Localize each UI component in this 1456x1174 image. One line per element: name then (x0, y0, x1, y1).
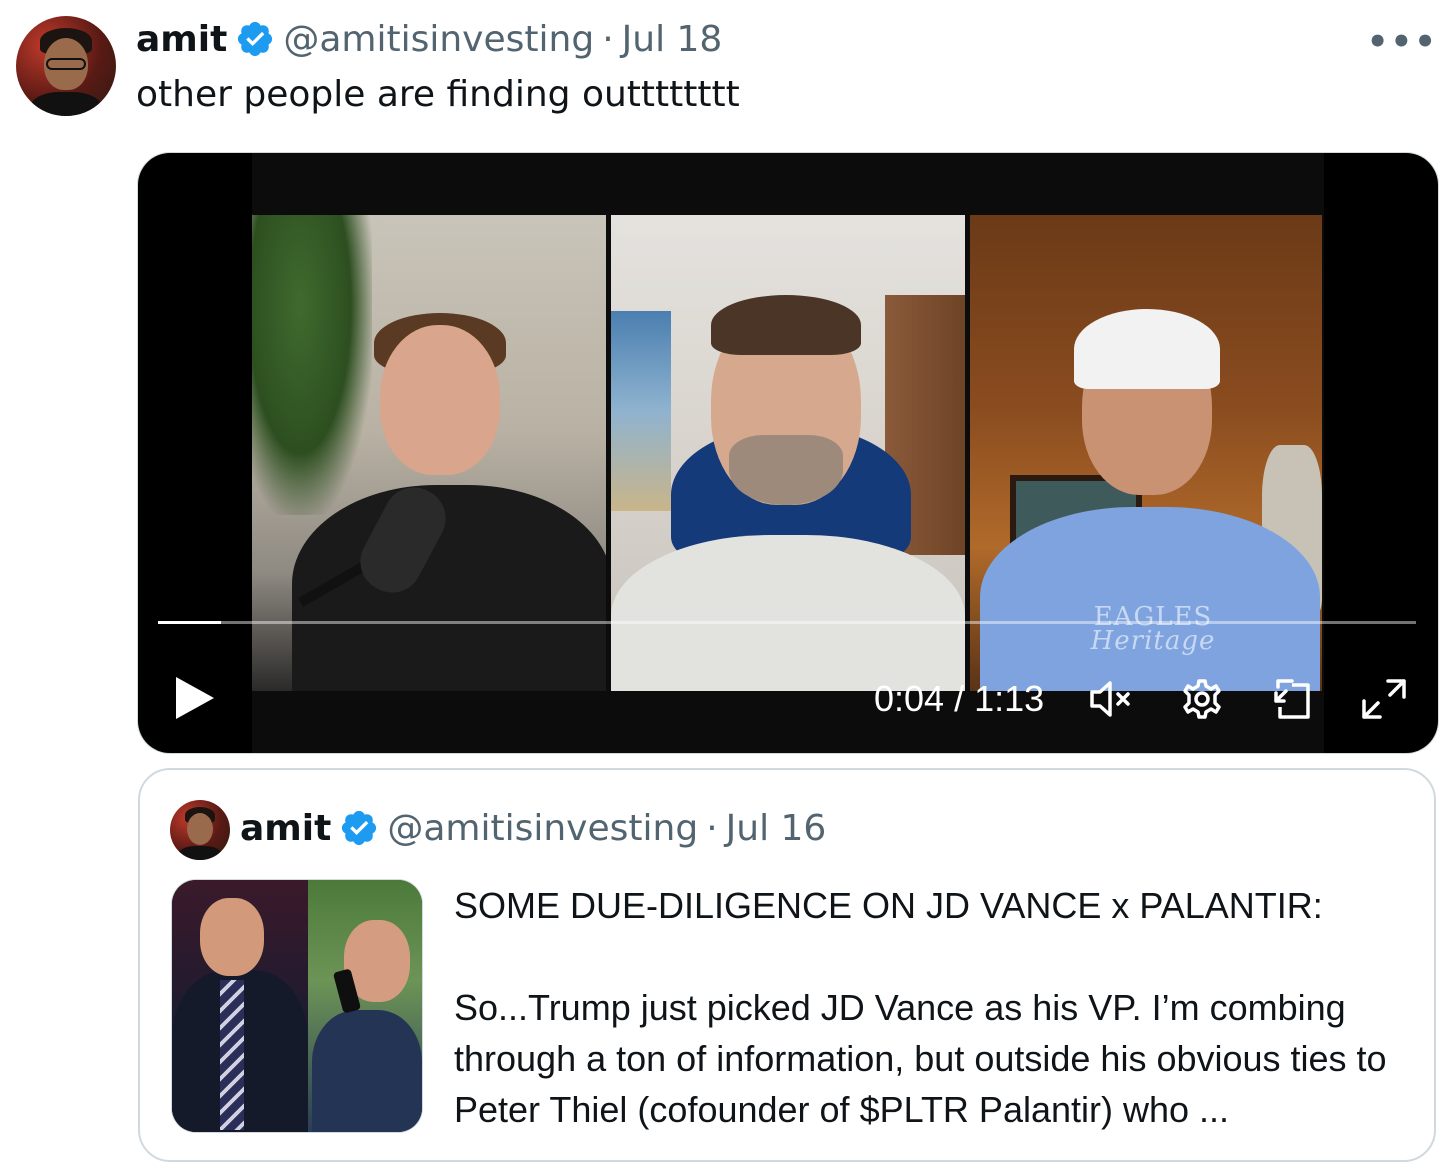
avatar-shirt (30, 92, 102, 116)
quoted-author-handle[interactable]: @amitisinvesting (387, 808, 698, 849)
quoted-tweet[interactable]: amit @amitisinvesting · Jul 16 SOME DUE-… (138, 768, 1436, 1162)
video-progress-fill (158, 621, 221, 624)
plant (252, 215, 372, 515)
author-name[interactable]: amit (136, 19, 227, 60)
person-head (380, 325, 500, 475)
verified-badge-icon (238, 21, 273, 57)
separator-dot: · (602, 18, 614, 60)
fullscreen-icon[interactable] (1360, 677, 1408, 721)
picture-in-picture-icon[interactable] (1268, 677, 1316, 721)
thumbnail-tie (220, 980, 244, 1130)
video-panel-center (611, 215, 965, 691)
video-panel-left (252, 215, 606, 691)
video-controls: 0:04 / 1:13 (138, 653, 1438, 753)
tweet-date[interactable]: Jul 18 (622, 19, 723, 60)
window-picture (611, 311, 671, 511)
thumbnail-person-head (200, 898, 264, 976)
shirt-text-line2: Heritage (1090, 626, 1216, 656)
quoted-avatar[interactable] (170, 800, 230, 860)
person-hair (711, 295, 861, 355)
avatar-face (187, 813, 213, 845)
thumbnail-person-body (312, 1010, 422, 1132)
quoted-author-name[interactable]: amit (240, 808, 331, 849)
person-cap (1074, 309, 1220, 389)
play-icon[interactable] (174, 675, 216, 721)
tweet-header: amit @amitisinvesting · Jul 18 (136, 14, 722, 64)
quoted-thumbnail[interactable] (172, 880, 422, 1132)
quoted-date[interactable]: Jul 16 (726, 808, 827, 849)
video-time: 0:04 / 1:13 (874, 678, 1045, 719)
gear-icon[interactable] (1178, 677, 1226, 721)
volume-muted-icon[interactable] (1086, 677, 1134, 721)
person-beard (729, 435, 843, 505)
author-handle[interactable]: @amitisinvesting (283, 19, 594, 60)
quoted-text: SOME DUE-DILIGENCE ON JD VANCE x PALANTI… (454, 880, 1414, 1135)
separator-dot: · (706, 807, 718, 849)
quoted-header: amit @amitisinvesting · Jul 16 (240, 802, 826, 854)
tweet[interactable]: amit @amitisinvesting · Jul 18 ••• other… (0, 0, 1456, 1174)
quoted-headline: SOME DUE-DILIGENCE ON JD VANCE x PALANTI… (454, 885, 1323, 926)
tweet-text: other people are finding outttttttt (136, 74, 740, 115)
avatar-glasses (46, 58, 86, 70)
quoted-body: So...Trump just picked JD Vance as his V… (454, 987, 1387, 1130)
avatar-shirt (178, 846, 222, 860)
shirt-text: EAGLES Heritage (1078, 604, 1228, 656)
more-dots-icon[interactable]: ••• (1367, 22, 1438, 62)
avatar[interactable] (16, 16, 116, 116)
video-panel-right: EAGLES Heritage (970, 215, 1322, 691)
video-progress-bar[interactable] (158, 621, 1416, 624)
video-player[interactable]: EAGLES Heritage 0:04 / 1:13 (138, 153, 1438, 753)
verified-badge-icon (342, 810, 377, 846)
